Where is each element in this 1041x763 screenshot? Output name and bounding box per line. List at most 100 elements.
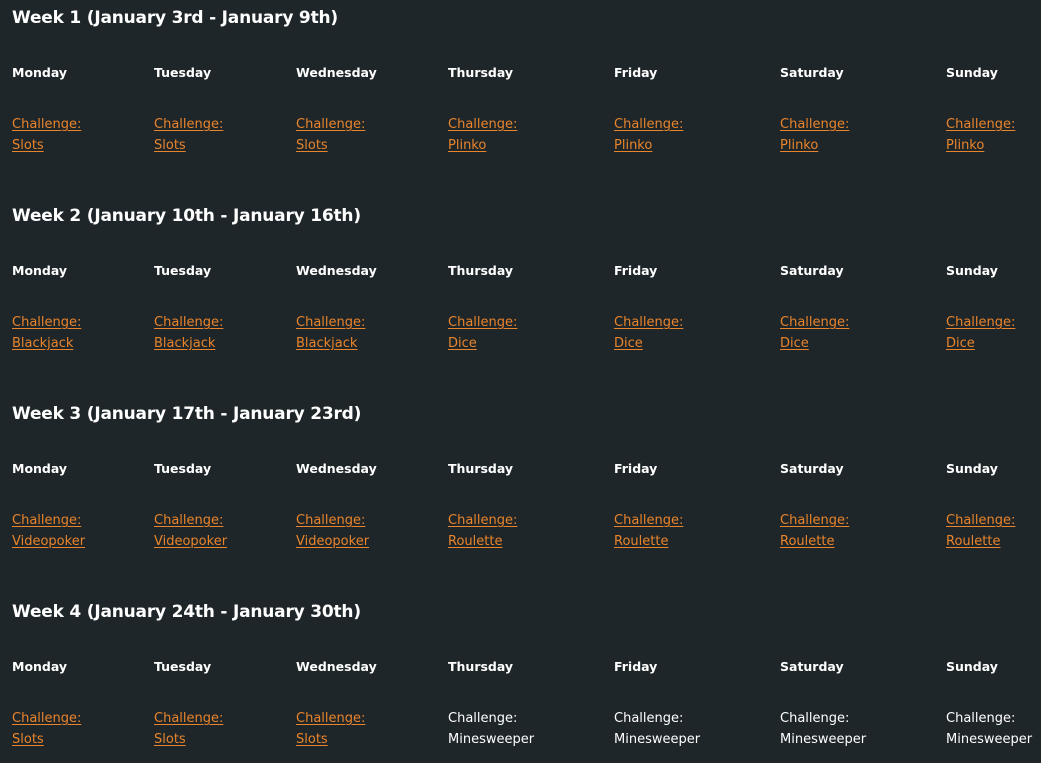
day-header-tuesday: Tuesday (154, 659, 212, 674)
challenge-schedule: Week 1 (January 3rd - January 9th) Monday… (0, 0, 1041, 763)
week-title: Week 3 (January 17th - January 23rd) (12, 404, 362, 424)
challenge-game-link[interactable]: Slots (12, 729, 81, 750)
challenge-cell: Challenge: Videopoker (12, 510, 85, 552)
challenge-game-link[interactable]: Dice (614, 333, 683, 354)
challenge-label-link[interactable]: Challenge: (154, 708, 223, 729)
day-header-saturday: Saturday (780, 659, 844, 674)
challenge-label-link[interactable]: Challenge: (154, 312, 223, 333)
challenge-cell: Challenge: Dice (780, 312, 849, 354)
challenge-cell: Challenge: Slots (12, 708, 81, 750)
challenge-game-link[interactable]: Slots (154, 135, 223, 156)
challenge-game-link[interactable]: Slots (296, 729, 365, 750)
day-header-monday: Monday (12, 461, 68, 476)
day-header-thursday: Thursday (448, 461, 514, 476)
challenge-game-link[interactable]: Blackjack (154, 333, 223, 354)
challenge-game-link[interactable]: Slots (12, 135, 81, 156)
day-header-friday: Friday (614, 263, 658, 278)
day-header-sunday: Sunday (946, 263, 998, 278)
day-header-thursday: Thursday (448, 263, 514, 278)
challenge-cell: Challenge: Dice (946, 312, 1015, 354)
challenge-game-link[interactable]: Roulette (448, 531, 517, 552)
challenge-label-link[interactable]: Challenge: (946, 312, 1015, 333)
week-section-1: Week 1 (January 3rd - January 9th) Monday… (0, 0, 1041, 198)
challenge-game-link[interactable]: Slots (296, 135, 365, 156)
challenge-label-link[interactable]: Challenge: (12, 312, 81, 333)
challenge-game-link[interactable]: Plinko (448, 135, 517, 156)
challenge-cell: Challenge: Plinko (780, 114, 849, 156)
day-header-monday: Monday (12, 263, 68, 278)
day-header-friday: Friday (614, 461, 658, 476)
challenge-game-link[interactable]: Slots (154, 729, 223, 750)
challenge-cell: Challenge: Roulette (946, 510, 1015, 552)
week-section-4: Week 4 (January 24th - January 30th) Mond… (0, 594, 1041, 763)
challenge-game-link[interactable]: Roulette (780, 531, 849, 552)
challenge-label-link[interactable]: Challenge: (780, 114, 849, 135)
challenge-label-link[interactable]: Challenge: (780, 510, 849, 531)
challenge-cell: Challenge: Videopoker (296, 510, 369, 552)
challenge-game-link[interactable]: Roulette (614, 531, 683, 552)
challenge-game-link[interactable]: Blackjack (296, 333, 365, 354)
challenge-label-link[interactable]: Challenge: (154, 510, 227, 531)
challenge-label: Challenge: (614, 711, 684, 726)
challenge-game-link[interactable]: Videopoker (154, 531, 227, 552)
challenge-cell: Challenge: Blackjack (296, 312, 365, 354)
challenge-cell: Challenge: Roulette (448, 510, 517, 552)
challenge-label-link[interactable]: Challenge: (614, 312, 683, 333)
challenge-cell: Challenge: Videopoker (154, 510, 227, 552)
challenge-label: Challenge: (780, 711, 850, 726)
challenge-label-link[interactable]: Challenge: (614, 114, 683, 135)
challenge-label-link[interactable]: Challenge: (154, 114, 223, 135)
challenge-cell: Challenge: Minesweeper (614, 708, 700, 750)
challenge-cell: Challenge: Slots (154, 708, 223, 750)
challenge-label-link[interactable]: Challenge: (296, 708, 365, 729)
challenge-cell: Challenge: Minesweeper (780, 708, 866, 750)
challenge-game-link[interactable]: Videopoker (12, 531, 85, 552)
challenge-game-link[interactable]: Dice (946, 333, 1015, 354)
challenge-label-link[interactable]: Challenge: (12, 708, 81, 729)
week-title: Week 2 (January 10th - January 16th) (12, 206, 361, 226)
week-section-2: Week 2 (January 10th - January 16th) Mond… (0, 198, 1041, 396)
challenge-label-link[interactable]: Challenge: (296, 312, 365, 333)
day-header-tuesday: Tuesday (154, 461, 212, 476)
challenge-cell: Challenge: Plinko (614, 114, 683, 156)
challenge-game-link[interactable]: Plinko (946, 135, 1015, 156)
challenge-label-link[interactable]: Challenge: (780, 312, 849, 333)
challenge-cell: Challenge: Roulette (614, 510, 683, 552)
challenge-game-link[interactable]: Plinko (614, 135, 683, 156)
challenge-game-link[interactable]: Blackjack (12, 333, 81, 354)
challenge-game: Minesweeper (614, 732, 701, 747)
day-header-sunday: Sunday (946, 461, 998, 476)
challenge-game: Minesweeper (448, 732, 535, 747)
challenge-game-link[interactable]: Dice (448, 333, 517, 354)
challenge-label-link[interactable]: Challenge: (12, 510, 85, 531)
challenge-cell: Challenge: Minesweeper (946, 708, 1032, 750)
challenge-label: Challenge: (946, 711, 1016, 726)
week-title: Week 4 (January 24th - January 30th) (12, 602, 361, 622)
day-header-tuesday: Tuesday (154, 65, 212, 80)
day-header-sunday: Sunday (946, 65, 998, 80)
challenge-game: Minesweeper (946, 732, 1033, 747)
challenge-label-link[interactable]: Challenge: (296, 510, 369, 531)
challenge-label-link[interactable]: Challenge: (614, 510, 683, 531)
challenge-game-link[interactable]: Dice (780, 333, 849, 354)
challenge-game-link[interactable]: Plinko (780, 135, 849, 156)
day-header-saturday: Saturday (780, 263, 844, 278)
challenge-label-link[interactable]: Challenge: (448, 312, 517, 333)
week-section-3: Week 3 (January 17th - January 23rd) Mond… (0, 396, 1041, 594)
week-title: Week 1 (January 3rd - January 9th) (12, 8, 338, 28)
challenge-label-link[interactable]: Challenge: (12, 114, 81, 135)
challenge-cell: Challenge: Slots (296, 708, 365, 750)
challenge-label-link[interactable]: Challenge: (946, 114, 1015, 135)
challenge-label-link[interactable]: Challenge: (946, 510, 1015, 531)
day-header-saturday: Saturday (780, 65, 844, 80)
day-header-monday: Monday (12, 659, 68, 674)
challenge-game-link[interactable]: Videopoker (296, 531, 369, 552)
challenge-label-link[interactable]: Challenge: (448, 510, 517, 531)
challenge-label-link[interactable]: Challenge: (296, 114, 365, 135)
challenge-cell: Challenge: Dice (614, 312, 683, 354)
day-header-wednesday: Wednesday (296, 263, 377, 278)
challenge-cell: Challenge: Dice (448, 312, 517, 354)
challenge-label-link[interactable]: Challenge: (448, 114, 517, 135)
challenge-cell: Challenge: Roulette (780, 510, 849, 552)
challenge-game-link[interactable]: Roulette (946, 531, 1015, 552)
